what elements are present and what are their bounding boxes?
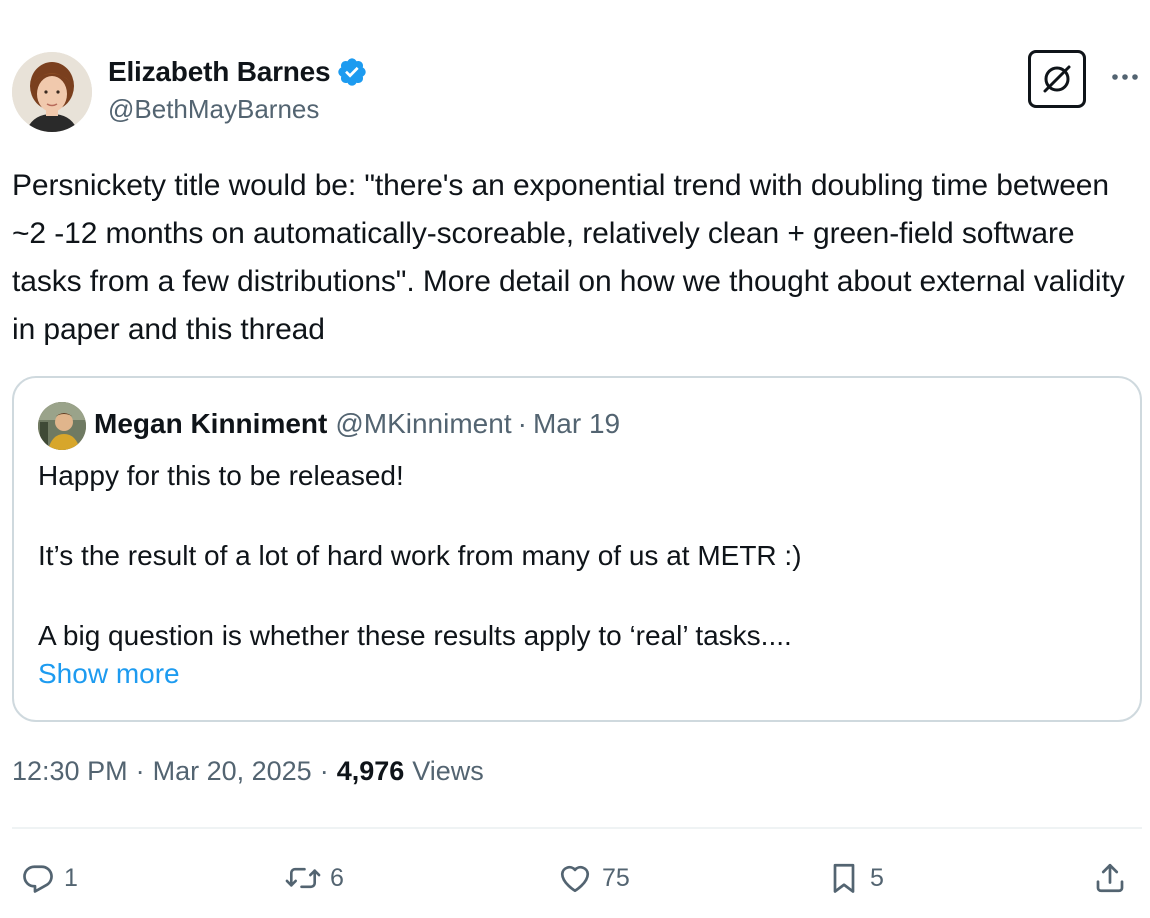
quoted-tweet[interactable]: Megan Kinniment @MKinniment · Mar 19 Hap… — [12, 376, 1142, 722]
grok-button[interactable] — [1028, 50, 1086, 108]
author-name-row: Elizabeth Barnes — [108, 54, 368, 90]
like-button[interactable]: 75 — [556, 856, 630, 900]
tweet-text: Persnickety title would be: "there's an … — [12, 169, 1125, 346]
meta-separator: · — [319, 756, 329, 786]
more-button[interactable] — [1108, 60, 1142, 94]
reply-icon — [23, 865, 53, 893]
grok-icon — [1043, 65, 1071, 93]
quote-header: Megan Kinniment @MKinniment · Mar 19 — [94, 408, 620, 440]
repost-icon — [285, 867, 321, 889]
quote-paragraph: Happy for this to be released! — [38, 460, 404, 491]
show-more-link[interactable]: Show more — [38, 658, 180, 690]
tweet: Elizabeth Barnes @BethMayBarnes Persnick… — [0, 0, 1150, 918]
quote-author-name[interactable]: Megan Kinniment — [94, 408, 327, 440]
reply-count: 1 — [64, 863, 78, 892]
reply-button[interactable]: 1 — [20, 856, 78, 900]
more-icon — [1112, 74, 1138, 80]
verified-badge-icon — [336, 56, 368, 88]
like-count: 75 — [602, 863, 630, 892]
repost-count: 6 — [330, 863, 344, 892]
tweet-time[interactable]: 12:30 PM — [12, 756, 128, 787]
quote-text: Happy for this to be released! It’s the … — [38, 456, 1118, 656]
quote-paragraph-gap — [38, 496, 1118, 536]
author-handle[interactable]: @BethMayBarnes — [108, 94, 319, 125]
bookmark-button[interactable]: 5 — [826, 856, 884, 900]
bookmark-icon — [833, 863, 855, 893]
views-count: 4,976 — [336, 756, 405, 786]
views-label: Views — [412, 756, 484, 786]
author-name[interactable]: Elizabeth Barnes — [108, 56, 331, 88]
bookmark-count: 5 — [870, 863, 884, 892]
tweet-meta: 12:30 PM · Mar 20, 2025 · 4,976 Views — [12, 756, 484, 787]
quote-author-avatar — [38, 402, 86, 450]
quote-author-handle[interactable]: @MKinniment — [335, 408, 511, 440]
quote-paragraph: It’s the result of a lot of hard work fr… — [38, 540, 802, 571]
share-icon — [1096, 863, 1124, 893]
author-avatar[interactable] — [12, 52, 92, 132]
share-button[interactable] — [1092, 856, 1128, 900]
quote-paragraph-gap — [38, 576, 1118, 616]
tweet-date[interactable]: Mar 20, 2025 — [153, 756, 312, 787]
repost-button[interactable]: 6 — [284, 856, 344, 900]
quote-paragraph: A big question is whether these results … — [38, 620, 792, 651]
quote-separator: · — [517, 408, 527, 439]
meta-separator: · — [135, 756, 145, 786]
quote-date[interactable]: Mar 19 — [533, 408, 620, 440]
heart-icon — [560, 865, 590, 893]
divider — [12, 827, 1142, 829]
